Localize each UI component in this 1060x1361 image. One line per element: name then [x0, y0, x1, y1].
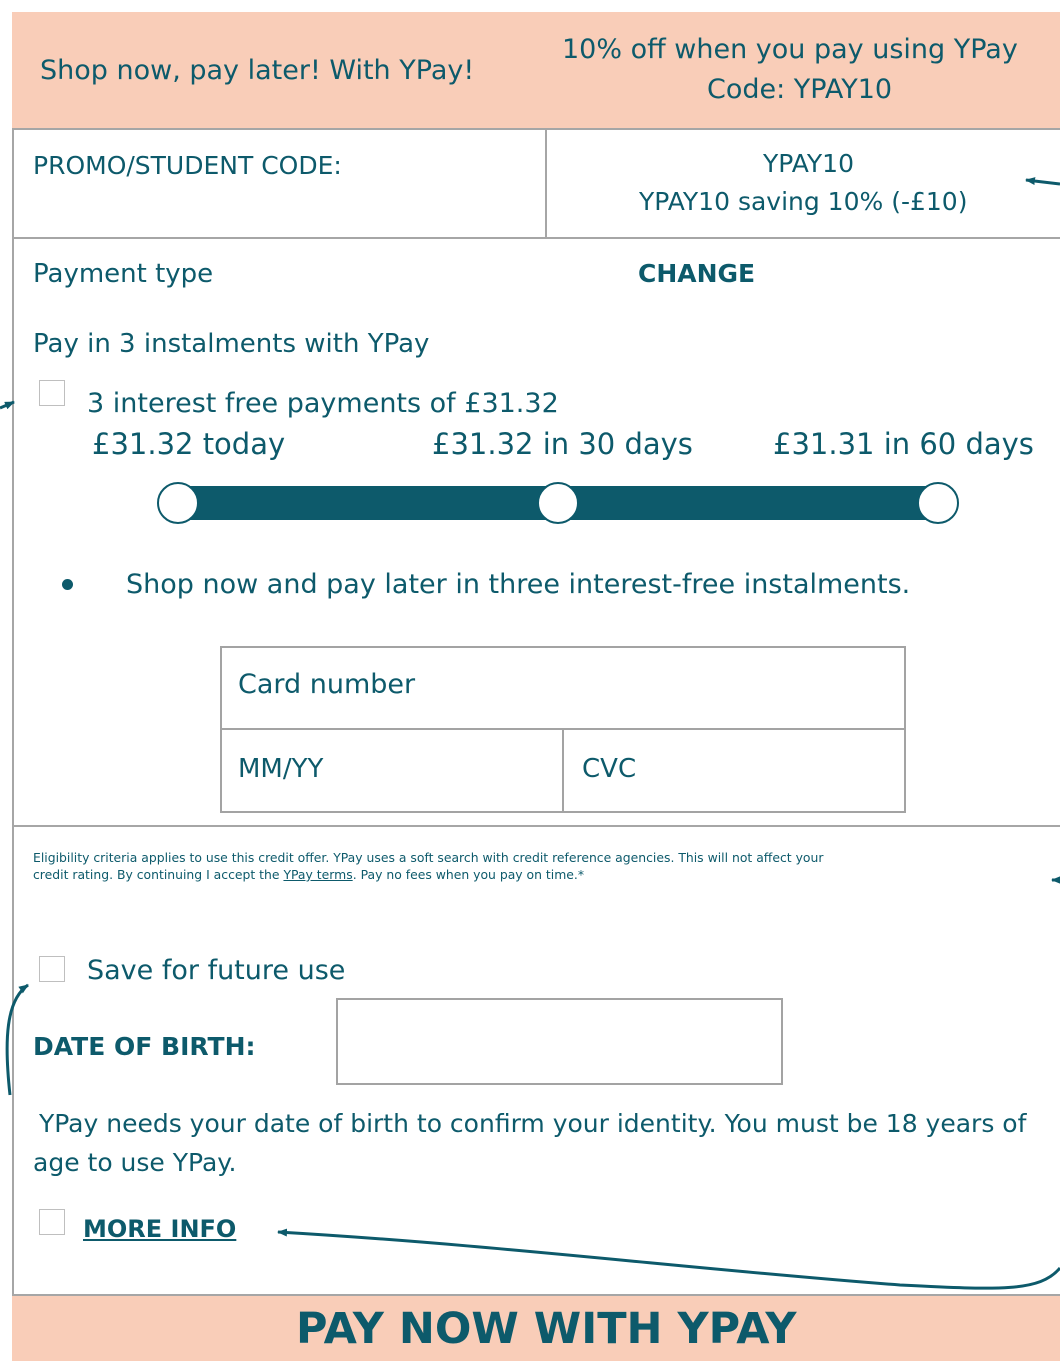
bullet-dot-icon	[62, 579, 73, 590]
pay-now-label: PAY NOW WITH YPAY	[296, 1304, 797, 1354]
legal-text: . Pay no fees when you pay on time.*	[352, 867, 585, 882]
dob-help-line1: YPay needs your date of birth to confirm…	[31, 1109, 1027, 1138]
change-payment-button[interactable]: CHANGE	[638, 261, 755, 286]
save-future-label: Save for future use	[87, 955, 346, 986]
more-info-link[interactable]: MORE INFO	[83, 1217, 236, 1241]
legal-text-line1: Eligibility criteria applies to use this…	[33, 850, 824, 865]
dob-input[interactable]	[336, 998, 783, 1085]
timeline-node	[917, 482, 959, 524]
dob-label: DATE OF BIRTH:	[33, 1032, 256, 1061]
arrow-to-more-info	[277, 1228, 1060, 1290]
arrow-to-promo	[1025, 177, 1060, 186]
schedule-label: £31.32 today	[92, 427, 286, 461]
divider	[12, 825, 1060, 827]
bullet-text: Shop now and pay later in three interest…	[126, 569, 911, 600]
expiry-placeholder: MM/YY	[238, 754, 324, 784]
ypay-terms-link[interactable]: YPay terms	[283, 867, 352, 882]
divider	[12, 128, 1060, 130]
dob-help-line2: age to use YPay.	[33, 1148, 237, 1177]
legal-text-line2: credit rating. By continuing I accept th…	[33, 867, 585, 882]
promo-code-value: YPAY10	[763, 149, 854, 178]
more-info-checkbox[interactable]	[39, 1209, 65, 1235]
arrow-to-save	[5, 983, 29, 1096]
cvc-placeholder: CVC	[582, 754, 637, 784]
card-number-placeholder: Card number	[238, 669, 416, 700]
timeline-node	[537, 482, 579, 524]
promo-saving-text: YPAY10 saving 10% (-£10)	[639, 187, 968, 216]
schedule-label: £31.32 in 30 days	[432, 427, 693, 461]
banner-offer-line1: 10% off when you pay using YPay	[562, 34, 1018, 65]
banner-tagline: Shop now, pay later! With YPay!	[40, 55, 475, 86]
instalment-timeline	[157, 482, 959, 524]
promo-code-label: PROMO/STUDENT CODE:	[33, 151, 342, 180]
instalments-checkbox[interactable]	[39, 380, 65, 406]
divider	[545, 128, 547, 238]
payment-method-title: Pay in 3 instalments with YPay	[33, 329, 430, 359]
banner-offer-code: Code: YPAY10	[707, 74, 893, 105]
legal-text: credit rating. By continuing I accept th…	[33, 867, 284, 882]
payment-type-label: Payment type	[33, 259, 214, 289]
save-future-checkbox[interactable]	[39, 956, 65, 982]
instalments-option-label: 3 interest free payments of £31.32	[87, 388, 559, 419]
schedule-label: £31.31 in 60 days	[773, 427, 1034, 461]
timeline-node	[157, 482, 199, 524]
divider	[12, 237, 1060, 239]
divider	[12, 128, 14, 1294]
